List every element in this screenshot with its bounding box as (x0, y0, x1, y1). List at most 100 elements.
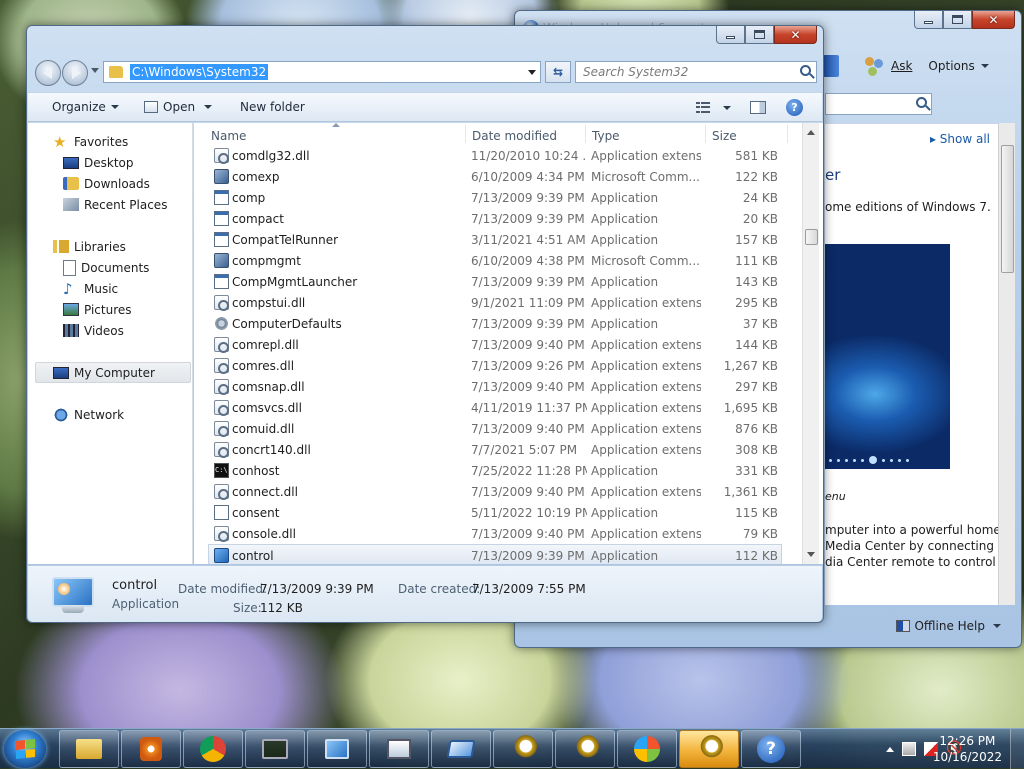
taskbar-button-explorer[interactable] (59, 730, 119, 768)
windows-media-center-icon (634, 736, 660, 762)
help-close-button[interactable]: ✕ (972, 11, 1015, 29)
table-row[interactable]: comexp 6/10/2009 4:34 PM Microsoft Comm...… (194, 166, 806, 187)
show-all-link[interactable]: ▸ Show all (930, 132, 990, 146)
help-button[interactable]: ? (786, 99, 803, 116)
taskbar-button-windows-tool[interactable] (431, 730, 491, 768)
minimize-button[interactable] (716, 26, 745, 44)
type-cell: Application (591, 275, 659, 289)
table-row[interactable]: ComputerDefaults 7/13/2009 9:39 PM Applica… (194, 313, 806, 334)
table-row[interactable]: C:\ conhost 7/25/2022 11:28 PM Application 3… (194, 460, 806, 481)
start-button[interactable] (4, 730, 46, 768)
help-minimize-button[interactable] (914, 11, 943, 29)
file-name-cell: ComputerDefaults (232, 317, 342, 331)
address-bar[interactable]: C:\Windows\System32 (103, 61, 541, 83)
help-search-icon[interactable] (916, 97, 927, 108)
help-paragraph-line: mputer into a powerful home (825, 523, 998, 537)
address-history-chevron-down-icon[interactable] (528, 70, 536, 75)
clock[interactable]: 12:26 PM 10/16/2022 (933, 733, 1002, 765)
table-row[interactable]: comsnap.dll 7/13/2009 9:40 PM Application … (194, 376, 806, 397)
taskbar-button-help[interactable]: ? (741, 730, 801, 768)
options-button[interactable]: Options (928, 59, 974, 73)
open-button[interactable]: Open (144, 100, 213, 114)
file-list-vertical-scrollbar[interactable] (802, 123, 819, 564)
file-name-cell: comsnap.dll (232, 380, 305, 394)
ask-button[interactable]: Ask (891, 59, 912, 73)
maximize-button[interactable] (745, 26, 774, 44)
taskbar-button-search-app-3[interactable] (679, 730, 739, 768)
column-header-date-modified[interactable]: Date modified (472, 129, 557, 143)
type-cell: Application (591, 464, 659, 478)
search-input[interactable]: Search System32 (575, 61, 817, 83)
taskbar-button-remote-desktop[interactable] (369, 730, 429, 768)
type-cell: Application extens... (591, 359, 701, 373)
table-row[interactable]: consent 5/11/2022 10:19 PM Application 115 … (194, 502, 806, 523)
nav-item-my-computer[interactable]: My Computer (35, 362, 191, 383)
browse-help-book-icon[interactable] (823, 55, 839, 77)
new-folder-button[interactable]: New folder (240, 100, 305, 114)
scroll-up-icon[interactable] (807, 130, 815, 135)
maximize-icon (754, 30, 765, 39)
file-name-cell: comres.dll (232, 359, 295, 373)
table-row[interactable]: CompMgmtLauncher 7/13/2009 9:39 PM Applica… (194, 271, 806, 292)
change-view-button[interactable] (696, 102, 731, 114)
taskbar-button-search-app-2[interactable] (555, 730, 615, 768)
refresh-button[interactable]: ⇆ (545, 61, 571, 83)
navigation-bar: C:\Windows\System32 ⇆ Search System32 (35, 60, 817, 86)
table-row[interactable]: compact 7/13/2009 9:39 PM Application 20 KB (194, 208, 806, 229)
offline-help-chevron-down-icon[interactable] (993, 624, 1001, 628)
table-row[interactable]: connect.dll 7/13/2009 9:40 PM Application … (194, 481, 806, 502)
show-hidden-icons-icon[interactable] (886, 746, 894, 752)
date-modified-cell: 7/13/2009 9:39 PM (471, 549, 585, 563)
table-row[interactable]: comres.dll 7/13/2009 9:26 PM Application e… (194, 355, 806, 376)
column-header-name[interactable]: Name (211, 129, 246, 143)
address-path[interactable]: C:\Windows\System32 (130, 64, 269, 80)
ask-people-icon[interactable] (863, 55, 885, 77)
taskbar-button-windows-media-center[interactable] (617, 730, 677, 768)
show-desktop-button[interactable] (1010, 729, 1024, 769)
table-row[interactable]: control 7/13/2009 9:39 PM Application 112 K… (208, 544, 782, 564)
organize-button[interactable]: Organize (52, 100, 119, 114)
scroll-down-icon[interactable] (807, 552, 815, 557)
preview-pane-button[interactable] (750, 101, 766, 114)
table-row[interactable]: comrepl.dll 7/13/2009 9:40 PM Application … (194, 334, 806, 355)
preview-pane-icon (750, 101, 766, 114)
folder-icon (109, 66, 123, 78)
taskbar-button-chrome[interactable] (183, 730, 243, 768)
taskbar-button-search-app[interactable] (493, 730, 553, 768)
date-modified-cell: 7/13/2009 9:39 PM (471, 275, 585, 289)
nav-documents-label: Documents (81, 260, 150, 275)
file-name-cell: comexp (232, 170, 280, 184)
taskbar-button-task-manager[interactable] (245, 730, 305, 768)
help-search-input[interactable] (825, 93, 932, 115)
help-caption-buttons: ✕ (914, 11, 1015, 29)
table-row[interactable]: comuid.dll 7/13/2009 9:40 PM Application e… (194, 418, 806, 439)
help-icon: ? (786, 99, 803, 116)
help-maximize-button[interactable] (943, 11, 972, 29)
star-icon: ★ (53, 132, 67, 151)
help-scroll-thumb[interactable] (1001, 145, 1014, 273)
close-button[interactable]: ✕ (774, 26, 817, 44)
taskbar-button-media-player[interactable] (121, 730, 181, 768)
taskbar-button-control-panel[interactable] (307, 730, 367, 768)
options-chevron-down-icon[interactable] (980, 64, 989, 68)
column-header-size[interactable]: Size (712, 129, 737, 143)
search-icon[interactable] (800, 65, 811, 76)
explorer-window[interactable]: ✕ C:\Windows\System32 ⇆ Search System32 … (26, 25, 824, 623)
table-row[interactable]: comsvcs.dll 4/11/2019 11:37 PM Application… (194, 397, 806, 418)
table-row[interactable]: CompatTelRunner 3/11/2021 4:51 AM Applicat… (194, 229, 806, 250)
table-row[interactable]: compmgmt 6/10/2009 4:38 PM Microsoft Comm.… (194, 250, 806, 271)
help-vertical-scrollbar[interactable] (998, 123, 1015, 605)
table-row[interactable]: comp 7/13/2009 9:39 PM Application 24 KB (194, 187, 806, 208)
table-row[interactable]: console.dll 7/13/2009 9:40 PM Application … (194, 523, 806, 544)
scroll-thumb[interactable] (805, 229, 818, 245)
recent-pages-chevron-down-icon[interactable] (91, 68, 99, 73)
table-row[interactable]: concrt140.dll 7/7/2021 5:07 PM Application… (194, 439, 806, 460)
details-size-label: Size: (233, 601, 262, 615)
column-header-type[interactable]: Type (592, 129, 620, 143)
offline-help-button[interactable]: Offline Help (914, 619, 985, 633)
table-row[interactable]: comdlg32.dll 11/20/2010 10:24 ... Applicat… (194, 145, 806, 166)
forward-button[interactable] (62, 60, 88, 86)
back-button[interactable] (35, 60, 61, 86)
tray-network-icon[interactable] (902, 742, 916, 756)
table-row[interactable]: compstui.dll 9/1/2021 11:09 PM Application… (194, 292, 806, 313)
